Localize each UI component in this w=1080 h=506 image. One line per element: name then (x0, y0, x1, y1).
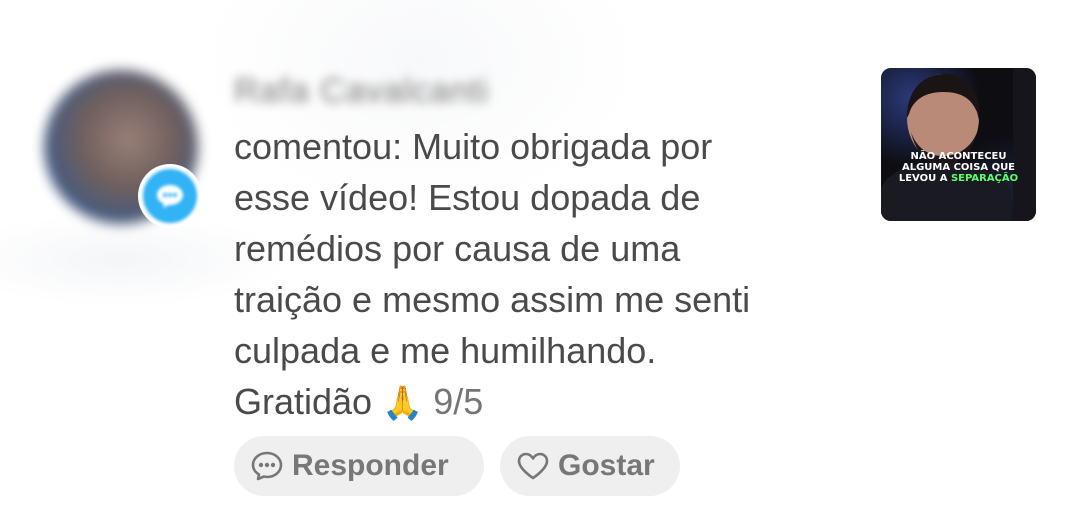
comment-line: culpada e me humilhando. (234, 330, 657, 371)
comment-badge (138, 164, 202, 228)
caption-highlight: SEPARAÇÃO (950, 173, 1019, 184)
caption-line-3: LEVOU A SEPARAÇÃO (885, 173, 1032, 184)
heart-icon (516, 451, 550, 481)
caption-line-3-prefix: LEVOU A (898, 173, 951, 184)
action-bar: Responder Gostar (234, 436, 680, 496)
author-name[interactable]: Rafa Cavalcanti (234, 72, 489, 111)
comment-line: esse vídeo! Estou dopada de (234, 177, 701, 218)
comment-line: comentou: Muito obrigada por (234, 126, 713, 167)
reply-label: Responder (292, 449, 449, 482)
video-thumbnail[interactable]: NÃO ACONTECEU ALGUMA COISA QUE LEVOU A S… (881, 68, 1036, 221)
like-button[interactable]: Gostar (500, 436, 680, 496)
comment-text: comentou: Muito obrigada por esse vídeo!… (234, 121, 834, 428)
person-silhouette (881, 68, 1036, 221)
thumbnail-caption: NÃO ACONTECEU ALGUMA COISA QUE LEVOU A S… (885, 151, 1032, 184)
praying-hands-emoji: 🙏 (382, 383, 424, 422)
avatar-container[interactable] (44, 70, 204, 230)
comment-last-line: Gratidão 🙏 9/5 (234, 376, 834, 428)
speech-bubble-icon (250, 450, 284, 482)
caption-line-2: ALGUMA COISA QUE (901, 162, 1016, 173)
comment-line: traição e mesmo assim me senti (234, 279, 751, 320)
like-label: Gostar (558, 449, 655, 482)
comment-bubble-icon (143, 169, 197, 223)
reply-button[interactable]: Responder (234, 436, 484, 496)
caption-line-1: NÃO ACONTECEU (910, 151, 1007, 162)
comment-line: remédios por causa de uma (234, 228, 681, 269)
comment-date: 9/5 (433, 381, 484, 422)
comment-gratitude-text: Gratidão (234, 381, 373, 422)
